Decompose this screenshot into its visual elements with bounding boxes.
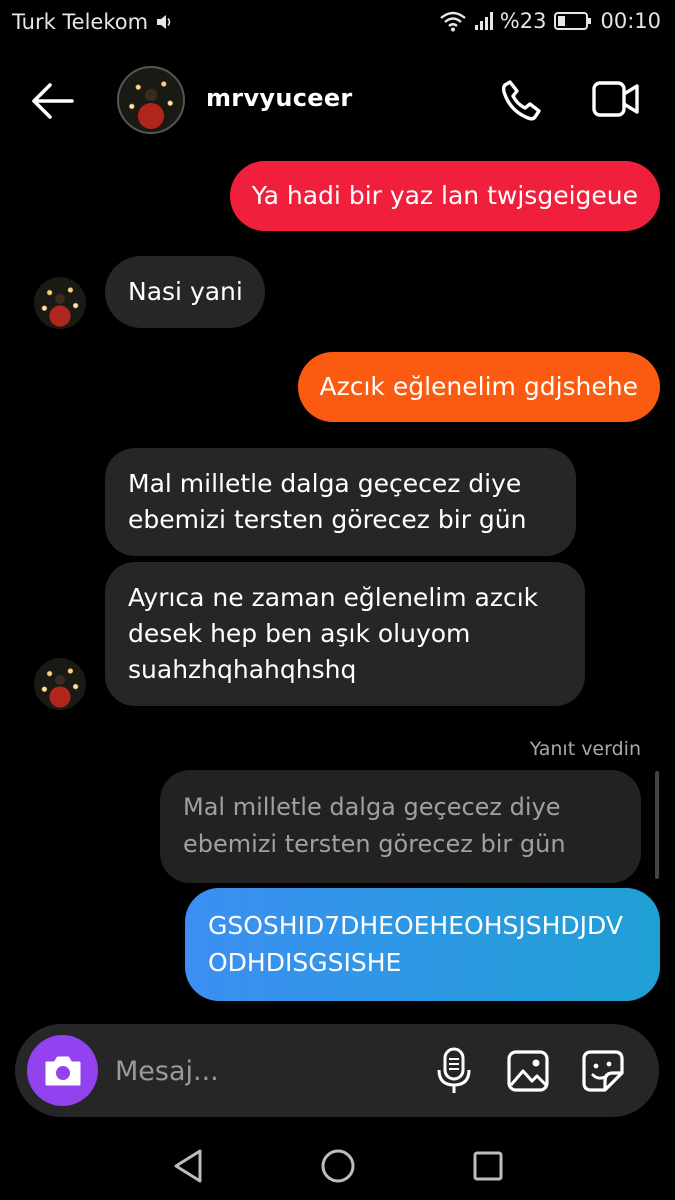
camera-icon <box>45 1056 80 1085</box>
microphone-icon[interactable] <box>436 1046 472 1096</box>
outgoing-message[interactable]: Azcık eğlenelim gdjshehe <box>297 352 660 422</box>
gallery-icon[interactable] <box>506 1049 550 1093</box>
sender-avatar[interactable] <box>34 277 86 329</box>
battery-percent: %23 <box>499 9 547 33</box>
home-circle-icon[interactable] <box>320 1148 356 1184</box>
navigation-bar <box>0 1128 675 1200</box>
quoted-reply[interactable]: Mal milletle dalga geçecez diye ebemizi … <box>160 770 641 883</box>
sticker-icon[interactable] <box>581 1049 625 1093</box>
wifi-icon <box>440 11 466 32</box>
recents-square-icon[interactable] <box>472 1150 504 1182</box>
volume-icon <box>156 15 171 29</box>
message-composer <box>15 1024 659 1117</box>
incoming-message[interactable]: Nasi yani <box>105 256 265 328</box>
clock: 00:10 <box>600 9 661 33</box>
back-arrow-icon[interactable] <box>30 81 74 121</box>
status-bar: Turk Telekom %23 00:10 <box>0 0 675 46</box>
avatar[interactable] <box>117 66 185 134</box>
reply-indicator-bar <box>655 771 659 879</box>
battery-icon <box>554 12 592 30</box>
phone-icon[interactable] <box>498 78 544 124</box>
carrier-name: Turk Telekom <box>12 10 149 34</box>
back-triangle-icon[interactable] <box>172 1148 204 1184</box>
outgoing-message[interactable]: GSOSHID7DHEOEHEOHSJSHDJDVODHDISGSISHE <box>185 888 660 1001</box>
video-camera-icon[interactable] <box>592 78 640 120</box>
signal-icon <box>474 12 493 30</box>
chat-username[interactable]: mrvyuceer <box>206 84 353 112</box>
outgoing-message[interactable]: Ya hadi bir yaz lan twjsgeigeue <box>229 161 660 231</box>
camera-button[interactable] <box>27 1035 98 1106</box>
message-input[interactable] <box>113 1048 417 1094</box>
incoming-message[interactable]: Ayrıca ne zaman eğlenelim azcık desek he… <box>105 562 585 706</box>
incoming-message[interactable]: Mal milletle dalga geçecez diye ebemizi … <box>105 448 576 556</box>
reply-label: Yanıt verdin <box>529 738 641 760</box>
chat-header: mrvyuceer <box>0 60 675 140</box>
sender-avatar[interactable] <box>34 658 86 710</box>
